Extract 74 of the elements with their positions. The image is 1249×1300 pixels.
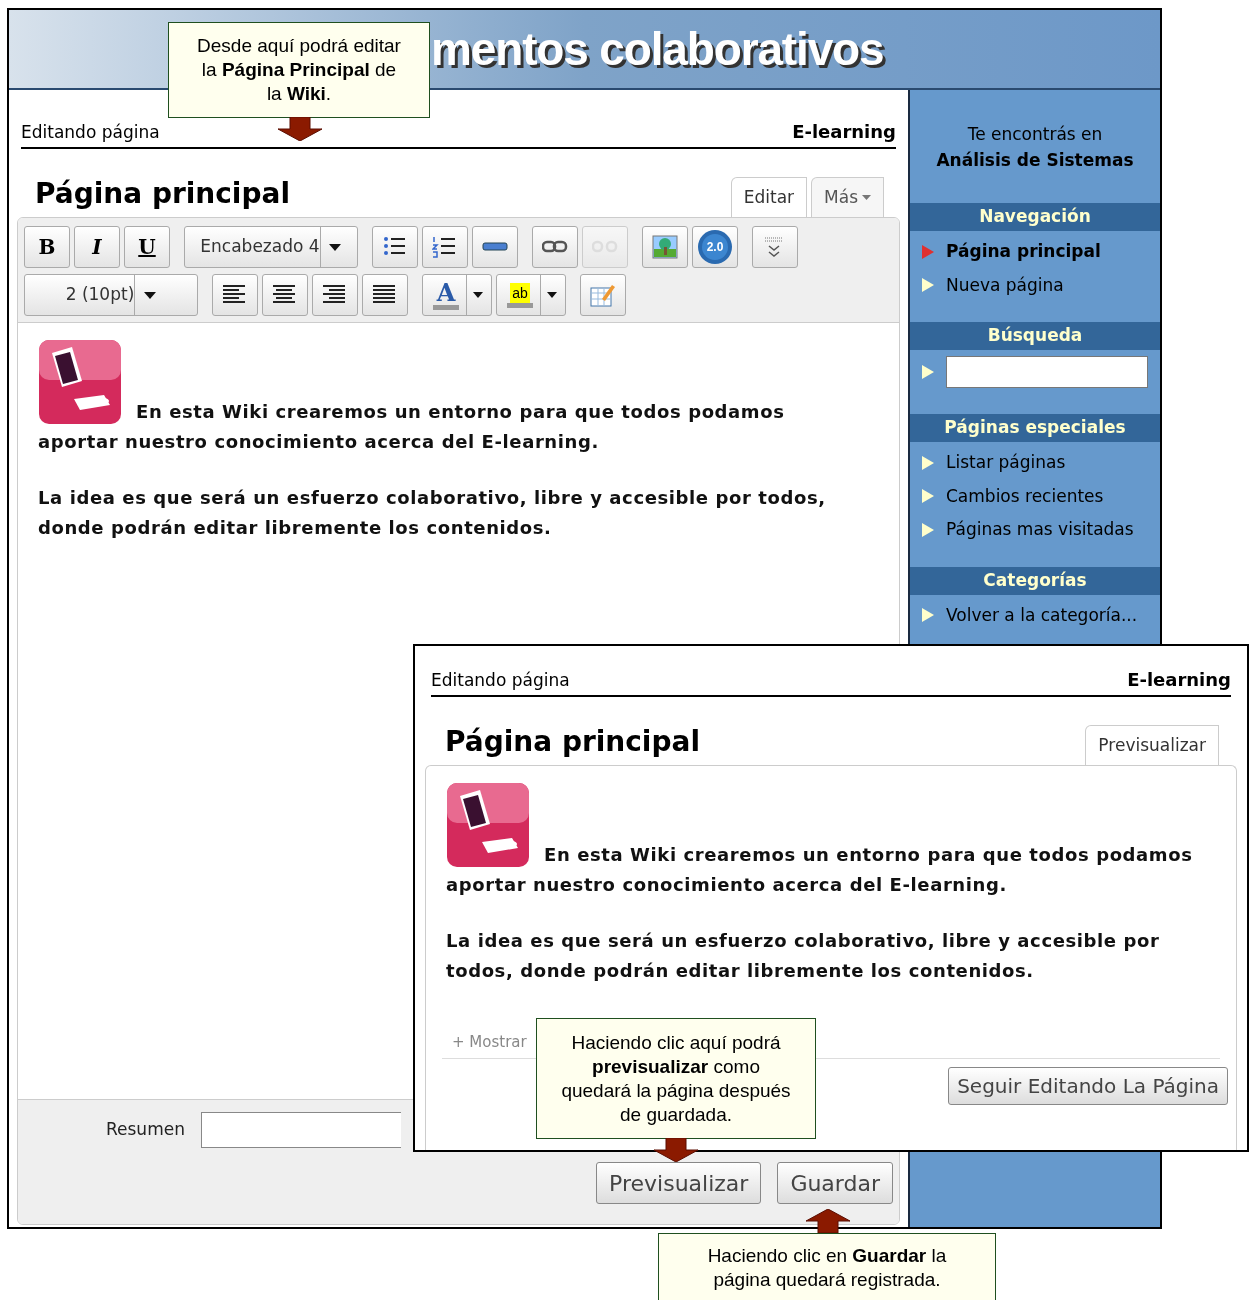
page-title: Página principal (445, 724, 700, 760)
sidebar-link[interactable]: Página principal (946, 239, 1101, 265)
badge-label: 2.0 (706, 239, 724, 256)
sidebar-link[interactable]: Páginas mas visitadas (946, 517, 1134, 543)
bullet-list-button[interactable] (372, 226, 418, 268)
paragraph: En esta Wiki crearemos un entorno para que todos podamos aportar nuestro conocimiento acerca del E-learning. (446, 843, 1194, 897)
align-left-button[interactable] (212, 274, 258, 316)
align-justify-button[interactable] (362, 274, 408, 316)
color-bar (433, 304, 459, 310)
color-bar (507, 302, 533, 308)
tree-picture-button[interactable] (642, 226, 688, 268)
show-toggle-link[interactable]: + Mostrar (452, 1033, 527, 1051)
sidebar-link[interactable]: Cambios recientes (946, 483, 1104, 509)
callout-text: Desde aquí podrá editar la Página Principal de la Wiki. (196, 34, 402, 106)
summary-label: Resumen (106, 1118, 185, 1142)
computer-icon (38, 339, 122, 425)
paragraph: En esta Wiki crearemos un entorno para que todos podamos aportar nuestro conocimiento acerca del E-learning. (38, 400, 786, 454)
sidebar-link[interactable]: Nueva página (946, 272, 1064, 298)
sidebar-link[interactable]: Listar páginas (946, 450, 1066, 476)
form-button[interactable]: Previsualizar (596, 1162, 762, 1204)
section-header: Búsqueda (910, 322, 1160, 350)
down-arrow-icon (278, 117, 322, 141)
banner-title: mentos colaborativos (431, 21, 884, 77)
highlight-button[interactable]: ab (496, 274, 566, 316)
numbered-list-icon (432, 235, 458, 259)
sidebar-link[interactable]: Volver a la categoría... (946, 602, 1138, 628)
wiki-name: E-learning (1127, 668, 1231, 692)
breadcrumb: Editando página (431, 668, 570, 692)
italic-button[interactable]: I (74, 226, 120, 268)
location-intro: Te encontrás en (967, 123, 1103, 146)
badge-icon (697, 229, 733, 265)
caret-icon (472, 292, 483, 298)
tab[interactable]: Previsualizar (1085, 725, 1219, 765)
tab[interactable]: Más (811, 177, 884, 217)
align-right-button[interactable] (312, 274, 358, 316)
section-header: Categorías (910, 566, 1160, 595)
breadcrumb: Editando página (21, 120, 160, 144)
paragraph: La idea es que será un esfuerzo colaborativo, libre y accesible por todos, donde podrán editar libremente los contenidos. (38, 486, 827, 540)
section-header: Navegación (910, 203, 1160, 231)
bold-button[interactable]: B (24, 226, 70, 268)
page-title: Página principal (35, 176, 290, 212)
continue-editing-button[interactable]: Seguir Editando La Página (948, 1067, 1228, 1105)
align-center-button[interactable] (262, 274, 308, 316)
dropdown-value: Encabezado 4 (200, 235, 320, 259)
text-color-label: A (436, 280, 456, 305)
callout-text: Haciendo clic aquí podrá previsualizar como quedará la página después de guardada. (561, 1030, 791, 1127)
badge-button[interactable]: 2.0 (692, 226, 738, 268)
location-name: Análisis de Sistemas (936, 148, 1134, 172)
highlight-label: ab (510, 282, 530, 303)
summary-field[interactable] (200, 1112, 401, 1148)
wiki-name: E-learning (792, 120, 896, 144)
horizontal-rule-button[interactable] (472, 226, 518, 268)
paragraph: La idea es que será un esfuerzo colaborativo, libre y accesible por todos, donde podrán editar libremente los contenidos. (446, 929, 1161, 983)
form-button[interactable]: Guardar (777, 1162, 893, 1204)
computer-icon (446, 782, 530, 868)
dropdown[interactable]: 2 (10pt) (24, 274, 198, 316)
search-field[interactable] (946, 356, 1148, 388)
text-color-button[interactable]: A (422, 274, 492, 316)
section-header: Páginas especiales (910, 414, 1160, 442)
down-arrow-icon (654, 1138, 698, 1162)
tree-picture-icon (652, 235, 678, 259)
table-pencil-icon (590, 283, 616, 307)
numbered-list-button[interactable] (422, 226, 468, 268)
dropdown[interactable]: Encabezado 4 (184, 226, 358, 268)
callout-text: Haciendo clic en Guardar la página quedará registrada. (706, 1244, 948, 1292)
link-button[interactable] (532, 226, 578, 268)
triangle-icon (922, 365, 934, 379)
caret-icon (546, 292, 557, 298)
dropdown-value: 2 (10pt) (65, 283, 135, 307)
caret-icon (329, 243, 342, 251)
caret-icon (143, 291, 156, 299)
tab[interactable]: Editar (730, 177, 808, 217)
up-arrow-icon (806, 1209, 850, 1233)
underline-button[interactable]: U (124, 226, 170, 268)
